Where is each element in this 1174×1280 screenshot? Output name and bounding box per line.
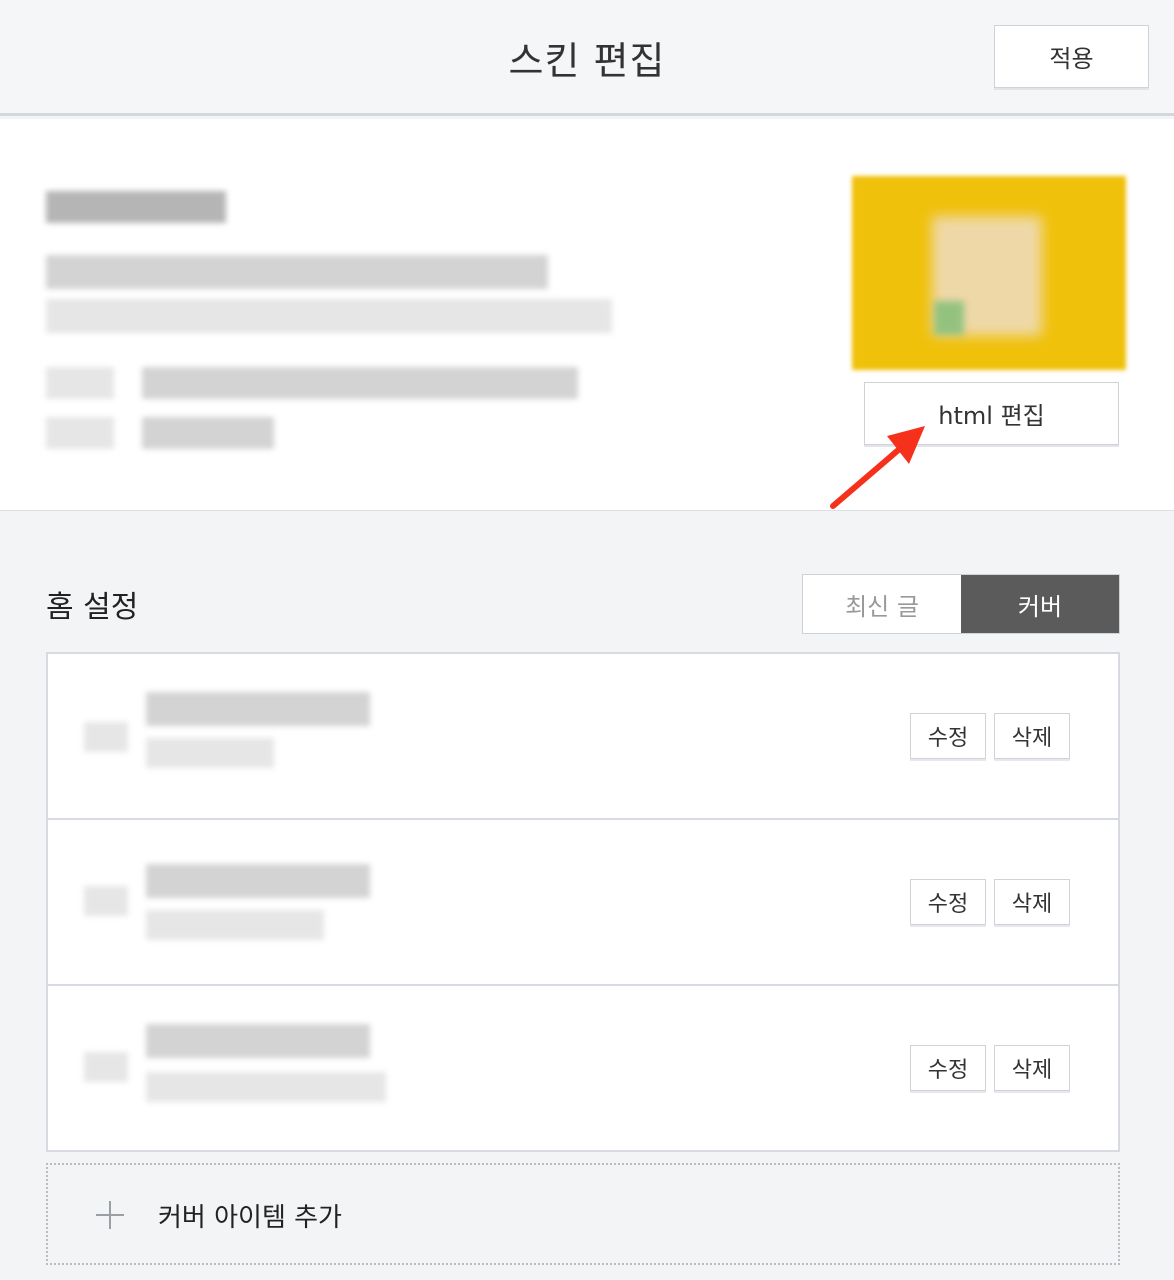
edit-button[interactable]: 수정: [910, 713, 986, 759]
blog-meta-value-redacted: [142, 367, 578, 399]
cover-item-subtitle-redacted: [146, 738, 274, 768]
drag-handle-redacted: [84, 722, 128, 752]
add-cover-item-button[interactable]: 커버 아이템 추가: [46, 1163, 1120, 1265]
delete-button[interactable]: 삭제: [994, 713, 1070, 759]
skin-thumbnail: [852, 176, 1126, 370]
cover-item-subtitle-redacted: [146, 1072, 386, 1102]
edit-button[interactable]: 수정: [910, 879, 986, 925]
blog-meta-value-redacted: [142, 417, 274, 449]
cover-item-title-redacted: [146, 1024, 370, 1058]
blog-description-redacted: [46, 255, 548, 289]
cover-item-subtitle-redacted: [146, 910, 324, 940]
apply-button[interactable]: 적용: [994, 25, 1149, 88]
cover-item-list: 수정 삭제 수정 삭제 수정 삭제: [46, 652, 1120, 1152]
toggle-latest-posts[interactable]: 최신 글: [803, 575, 961, 633]
home-settings-title: 홈 설정: [46, 590, 139, 625]
blog-meta-label-redacted: [46, 367, 114, 399]
blog-meta-label-redacted: [46, 417, 114, 449]
drag-handle-redacted: [84, 886, 128, 916]
delete-button[interactable]: 삭제: [994, 879, 1070, 925]
cover-item-title-redacted: [146, 692, 370, 726]
plus-icon: [96, 1201, 124, 1229]
top-header: 스킨 편집 적용: [0, 0, 1174, 116]
toggle-cover[interactable]: 커버: [961, 575, 1119, 633]
drag-handle-redacted: [84, 1052, 128, 1082]
cover-item: 수정 삭제: [48, 654, 1118, 820]
pointer-arrow-icon: [830, 426, 925, 509]
blog-name-redacted: [46, 191, 226, 223]
delete-button[interactable]: 삭제: [994, 1045, 1070, 1091]
cover-item: 수정 삭제: [48, 820, 1118, 986]
home-mode-toggle: 최신 글 커버: [802, 574, 1120, 634]
edit-button[interactable]: 수정: [910, 1045, 986, 1091]
blog-description-redacted: [46, 299, 612, 333]
cover-item: 수정 삭제: [48, 986, 1118, 1152]
add-cover-item-label: 커버 아이템 추가: [158, 1203, 342, 1233]
cover-item-title-redacted: [146, 864, 370, 898]
